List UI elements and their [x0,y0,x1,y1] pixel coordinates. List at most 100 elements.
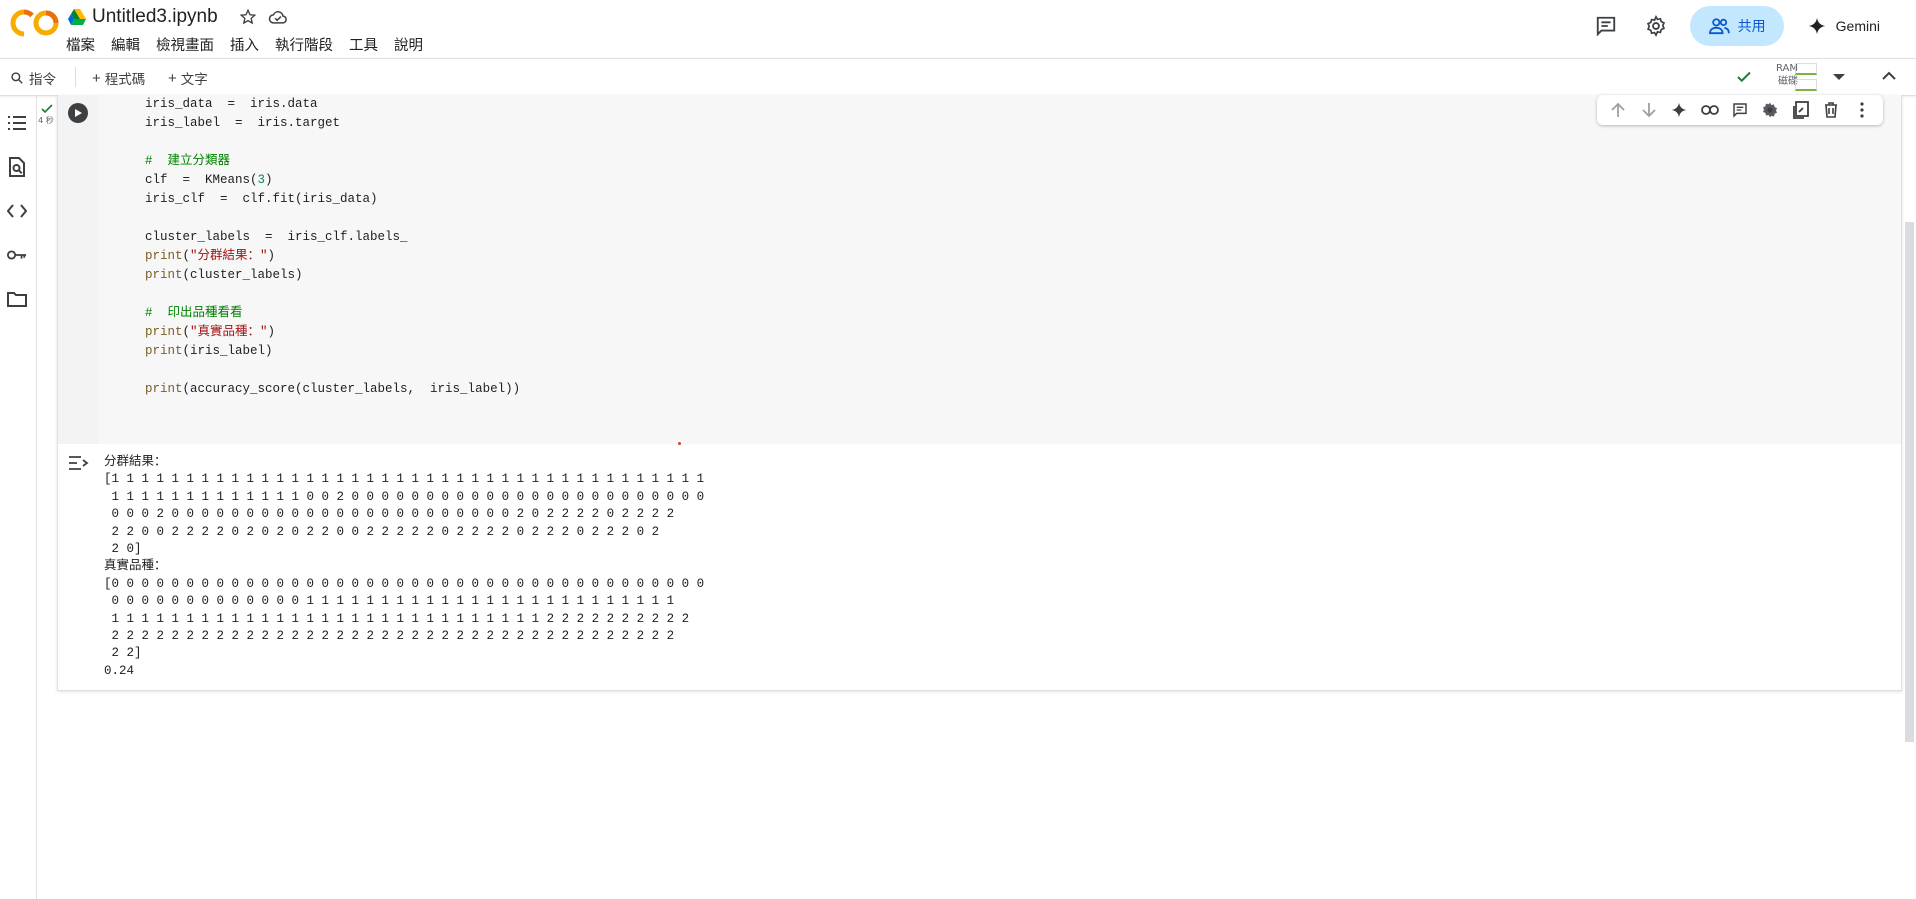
left-sidebar [0,95,37,899]
code-icon [7,204,27,218]
comment-icon [1733,103,1747,118]
output-line: 0.24 [104,663,135,678]
code-token: clf = KMeans( [145,173,258,187]
share-button[interactable]: 共用 [1689,6,1784,46]
arrow-up-icon [1611,102,1625,117]
add-text-label: 文字 [180,72,208,87]
move-cell-up-button[interactable] [1608,100,1628,120]
code-token: ( [182,325,191,339]
code-line[interactable]: print(cluster_labels) [145,266,520,285]
code-token: print [145,325,183,339]
code-token: print [145,249,183,263]
code-token: print [145,268,183,282]
output-line: 2 0] [104,542,142,557]
table-of-contents-icon [8,116,26,130]
menu-help[interactable]: 說明 [394,34,423,55]
star-icon[interactable] [238,7,258,27]
code-line[interactable]: clf = KMeans(3) [145,171,520,190]
code-token: iris_clf = clf.fit(iris_data) [145,192,378,206]
output-line: 0 0 0 2 0 0 0 0 0 0 0 0 0 0 0 0 0 0 0 0 … [104,507,675,522]
google-drive-icon[interactable] [68,9,86,25]
gemini-button[interactable]: Gemini [1808,17,1880,35]
more-actions-button[interactable] [1852,100,1872,120]
colab-logo[interactable] [10,8,62,38]
trash-icon [1825,102,1838,118]
code-token: "分群結果：" [190,249,268,263]
move-cell-down-button[interactable] [1639,100,1659,120]
resource-meters[interactable] [1795,63,1817,95]
toc-button[interactable] [7,113,27,133]
files-button[interactable] [7,289,27,309]
cell-settings-button[interactable] [1760,100,1780,120]
code-line[interactable]: print("分群結果：") [145,247,520,266]
notebook-title[interactable]: Untitled3.ipynb [92,6,218,28]
menu-insert[interactable]: 插入 [230,34,259,55]
delete-cell-button[interactable] [1821,100,1841,120]
menu-view[interactable]: 檢視畫面 [156,34,214,55]
resource-labels[interactable]: RAM 磁碟 [1766,62,1798,88]
code-token: print [145,382,183,396]
output-line: 1 1 1 1 1 1 1 1 1 1 1 1 1 0 0 2 0 0 0 0 … [104,489,705,504]
plus-icon: + [92,69,101,87]
code-token: ) [265,173,273,187]
code-line[interactable]: iris_data = iris.data [145,95,520,114]
code-line[interactable]: print(accuracy_score(cluster_labels, iri… [145,380,520,399]
menu-file[interactable]: 檔案 [66,34,95,55]
find-replace-button[interactable] [7,157,27,177]
comments-button[interactable] [1586,6,1626,46]
code-token: 3 [257,173,266,187]
code-line[interactable]: iris_clf = clf.fit(iris_data) [145,190,520,209]
code-line[interactable] [145,285,520,304]
output-line: 分群結果： [104,455,167,469]
code-snippets-button[interactable] [7,201,27,221]
mirror-cell-button[interactable] [1791,100,1811,120]
add-code-button[interactable]: + 程式碼 [92,68,145,88]
code-token: print [145,344,183,358]
code-token: # 印出品種看看 [145,306,243,320]
more-vert-icon [1860,102,1864,118]
add-text-button[interactable]: + 文字 [168,68,208,88]
menu-bar: 檔案 編輯 檢視畫面 插入 執行階段 工具 說明 [66,34,439,55]
connected-check-icon[interactable] [1735,68,1753,86]
code-token: ) [267,325,276,339]
notebook-toolbar: 指令 + 程式碼 + 文字 [0,58,1916,96]
output-actions-button[interactable] [68,454,90,476]
add-comment-button[interactable] [1730,100,1750,120]
code-text[interactable]: iris_data = iris.data iris_label = iris.t… [145,95,520,399]
people-icon [1708,18,1730,35]
code-line[interactable] [145,209,520,228]
menu-tools[interactable]: 工具 [349,34,378,55]
title-row: Untitled3.ipynb [68,4,298,30]
copy-link-button[interactable] [1700,100,1720,120]
code-line[interactable] [145,361,520,380]
mirror-cell-icon [1792,101,1809,119]
menu-edit[interactable]: 編輯 [111,34,140,55]
resources-dropdown-icon[interactable] [1832,72,1846,82]
settings-button[interactable] [1636,6,1676,46]
secrets-button[interactable] [7,245,27,265]
code-line[interactable]: # 建立分類器 [145,152,520,171]
output-line: 2 2 0 0 2 2 2 2 0 2 0 2 0 2 2 0 0 2 2 2 … [104,524,660,539]
disk-label: 磁碟 [1778,76,1798,87]
share-label: 共用 [1737,18,1766,34]
code-editor[interactable]: iris_data = iris.data iris_label = iris.t… [98,95,1901,444]
code-line[interactable]: print(iris_label) [145,342,520,361]
menu-runtime[interactable]: 執行階段 [275,34,333,55]
cell-gutter [58,95,98,444]
vertical-scrollbar[interactable] [1905,222,1914,742]
code-line[interactable]: iris_label = iris.target [145,114,520,133]
code-line[interactable]: print("真實品種：") [145,323,520,342]
gemini-cell-button[interactable] [1669,100,1689,120]
code-cell[interactable]: iris_data = iris.data iris_label = iris.t… [57,95,1902,691]
output-line: [1 1 1 1 1 1 1 1 1 1 1 1 1 1 1 1 1 1 1 1… [104,472,705,487]
code-line[interactable]: cluster_labels = iris_clf.labels_ [145,228,520,247]
collapse-header-icon[interactable] [1881,69,1897,83]
cloud-saved-icon[interactable] [268,7,288,27]
code-line[interactable] [145,133,520,152]
command-palette-button[interactable]: 指令 [10,68,56,88]
execution-success-check-icon [41,104,53,114]
run-cell-button[interactable] [68,103,88,123]
code-token: (cluster_labels) [182,268,303,282]
output-line: 2 2] [104,646,142,661]
code-line[interactable]: # 印出品種看看 [145,304,520,323]
